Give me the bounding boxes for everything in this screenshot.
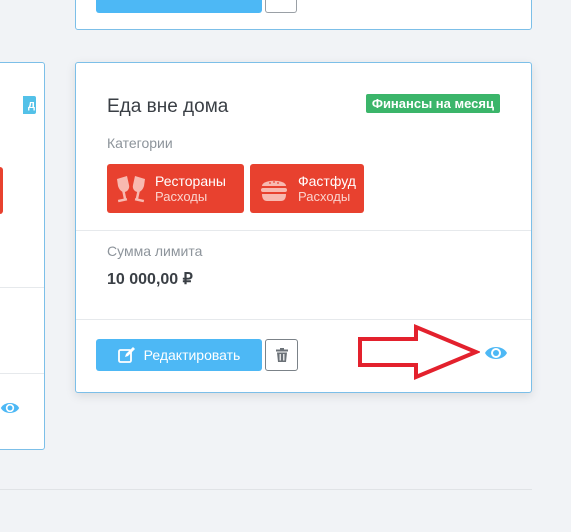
budget-badge-partial: д (23, 96, 36, 114)
category-chip-fastfood: Фастфуд Расходы (250, 164, 364, 213)
page-divider (0, 489, 532, 490)
burger-icon (256, 171, 292, 207)
card-divider (76, 319, 531, 320)
annotation-arrow-icon (358, 324, 480, 380)
delete-button[interactable] (265, 339, 298, 371)
view-eye-icon[interactable] (0, 398, 20, 418)
category-name: Фастфуд (298, 172, 356, 189)
category-name: Рестораны (155, 172, 226, 189)
edit-button-label: Редактировать (143, 347, 241, 363)
category-chip-restaurants: Рестораны Расходы (107, 164, 244, 213)
limit-value: 10 000,00 ₽ (107, 271, 193, 288)
card-divider (76, 230, 531, 231)
card-divider (0, 373, 44, 374)
edit-button-partial[interactable] (96, 0, 262, 13)
card-title: Еда вне дома (107, 96, 229, 117)
category-type: Расходы (298, 188, 351, 204)
delete-button-partial[interactable] (265, 0, 297, 13)
budget-card-partial-top (75, 0, 532, 30)
budget-card-partial-left: д (0, 62, 45, 450)
category-type: Расходы (155, 188, 208, 204)
category-chip-partial (0, 167, 3, 214)
cheers-glasses-icon (113, 171, 149, 207)
trash-icon (275, 348, 288, 362)
categories-label: Категории (107, 135, 173, 151)
limit-label: Сумма лимита (107, 243, 203, 259)
view-eye-icon[interactable] (484, 343, 508, 363)
edit-button[interactable]: Редактировать (96, 339, 262, 371)
budget-badge: Финансы на месяц (365, 94, 500, 113)
edit-icon (117, 347, 135, 363)
card-divider (0, 287, 44, 288)
